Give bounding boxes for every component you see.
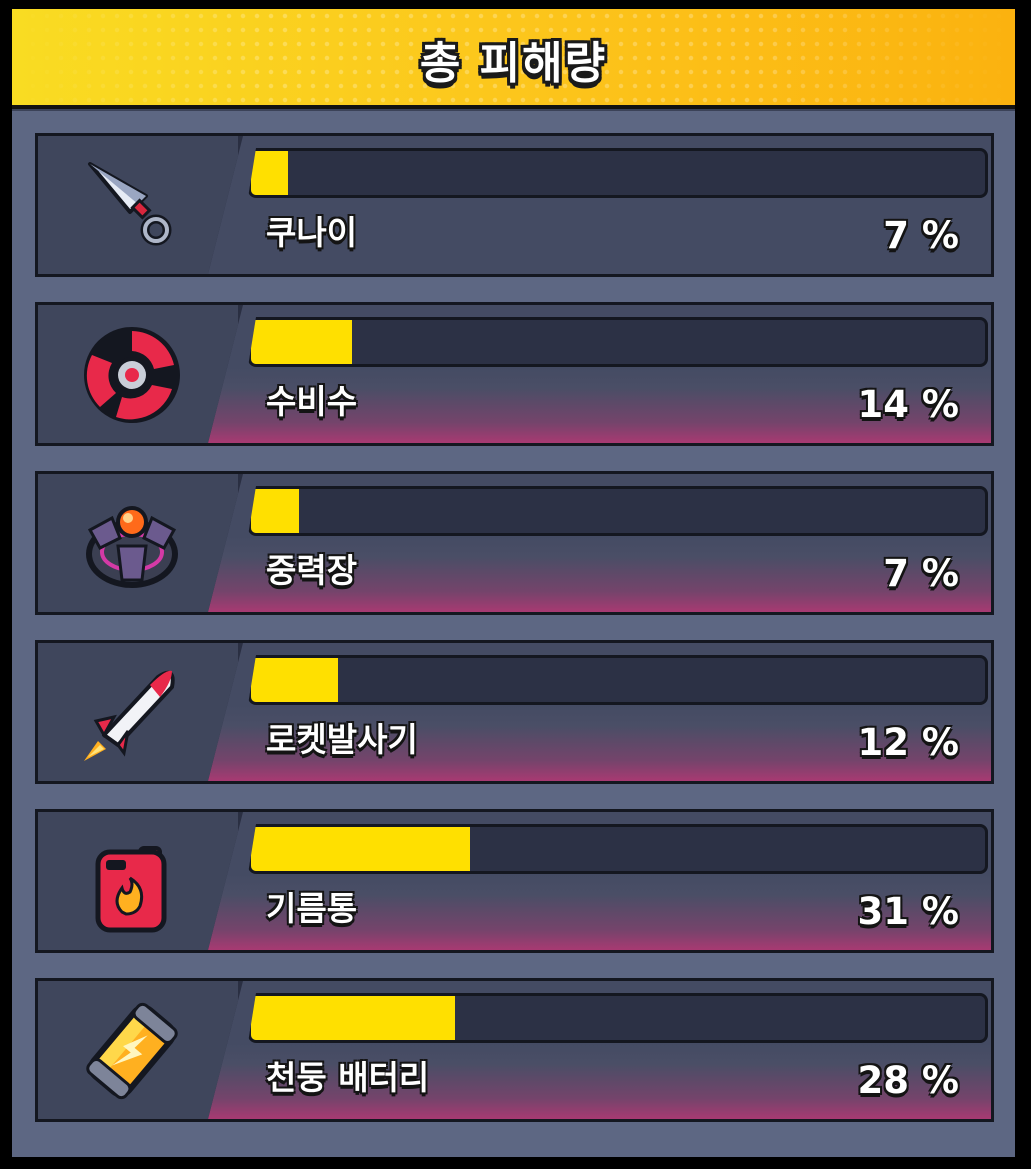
damage-bar-track (248, 486, 988, 536)
damage-row-guardian[interactable]: 수비수 14 % (35, 302, 994, 446)
damage-bar-fill (251, 320, 352, 364)
damage-bar-track (248, 317, 988, 367)
damage-bar-fill (251, 996, 456, 1040)
damage-row-fuel-can[interactable]: 기름통 31 % (35, 809, 994, 953)
thunder-battery-icon (86, 1002, 178, 1100)
damage-row-thunder-battery[interactable]: 천둥 배터리 28 % (35, 978, 994, 1122)
damage-bar-track (248, 993, 988, 1043)
gravity-field-icon (86, 506, 178, 588)
rocket-launcher-icon (84, 670, 175, 761)
damage-bar-fill (251, 151, 288, 195)
damage-bar-fill (251, 489, 300, 533)
weapon-name: 천둥 배터리 (266, 1058, 430, 1097)
damage-percent: 7 % (883, 214, 959, 257)
damage-percent: 14 % (857, 383, 959, 426)
weapon-name: 중력장 (266, 551, 358, 590)
panel-title: 총 피해량 (419, 38, 608, 89)
weapon-name: 수비수 (266, 382, 358, 421)
damage-panel: 총 피해량 쿠나이 7 % 수비수 14 % 중력장 7 % 로켓발사기 12 … (0, 0, 1031, 1169)
header-bar: 총 피해량 (12, 9, 1015, 109)
weapon-name: 기름통 (266, 889, 358, 928)
kunai-icon (88, 162, 172, 246)
damage-percent: 12 % (857, 721, 959, 764)
weapon-name: 로켓발사기 (266, 720, 418, 759)
damage-bar-track (248, 148, 988, 198)
damage-row-gravity-field[interactable]: 중력장 7 % (35, 471, 994, 615)
damage-percent: 28 % (857, 1059, 959, 1102)
damage-bar-track (248, 824, 988, 874)
damage-bar-fill (251, 658, 338, 702)
damage-row-rocket-launcher[interactable]: 로켓발사기 12 % (35, 640, 994, 784)
damage-percent: 31 % (857, 890, 959, 933)
guardian-icon (84, 327, 180, 423)
damage-row-kunai[interactable]: 쿠나이 7 % (35, 133, 994, 277)
weapon-name: 쿠나이 (266, 213, 358, 252)
fuel-can-icon (95, 846, 167, 933)
damage-bar-fill (251, 827, 470, 871)
damage-percent: 7 % (883, 552, 959, 595)
damage-bar-track (248, 655, 988, 705)
